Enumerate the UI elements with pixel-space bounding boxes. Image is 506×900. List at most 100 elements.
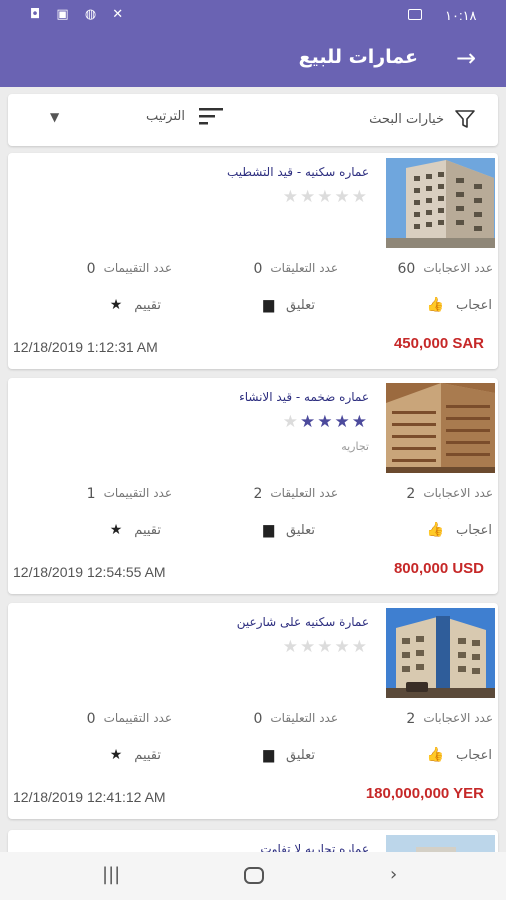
like-button[interactable]: اعجاب 👍 xyxy=(427,747,492,763)
actions-row: اعجاب 👍 تعليق ▆ تقييم ★ xyxy=(8,297,498,321)
ratings-count: 0 xyxy=(86,711,96,727)
comments-count: 0 xyxy=(253,711,263,727)
star-icon: ★ xyxy=(351,412,369,432)
property-name[interactable]: عماره ضخمه - قيد الانشاء xyxy=(239,390,369,404)
home-button[interactable] xyxy=(244,867,264,884)
comments-label: عدد التعليقات xyxy=(270,486,338,500)
property-card[interactable]: عماره ضخمه - قيد الانشاء ★★★★★ تجاريه عد… xyxy=(8,378,498,594)
comment-label: تعليق xyxy=(286,522,315,538)
comment-icon: ▆ xyxy=(263,522,275,538)
star-icon: ★ xyxy=(334,637,352,657)
comments-label: عدد التعليقات xyxy=(270,261,338,275)
post-date: 12/18/2019 1:12:31 AM xyxy=(13,339,158,355)
ratings-stat: عدد التقييمات 0 xyxy=(87,711,172,727)
like-label: اعجاب xyxy=(456,297,492,313)
comment-label: تعليق xyxy=(286,297,315,313)
ratings-count: 1 xyxy=(86,486,96,502)
rating-stars: ★★★★★ xyxy=(283,637,369,657)
likes-stat: عدد الاعجابات 2 xyxy=(406,486,493,502)
like-button[interactable]: اعجاب 👍 xyxy=(427,522,492,538)
ratings-stat: عدد التقييمات 1 xyxy=(87,486,172,502)
rate-button[interactable]: تقييم ★ xyxy=(110,297,161,313)
stats-row: عدد الاعجابات 2 عدد التعليقات 0 عدد التقيي… xyxy=(8,711,498,733)
building-image xyxy=(386,608,495,698)
comments-count: 2 xyxy=(253,486,263,502)
rating-stars: ★★★★★ xyxy=(283,412,369,432)
status-icons: ◘ ▣ ◍ ✕ xyxy=(30,7,130,22)
comment-label: تعليق xyxy=(286,747,315,763)
comments-label: عدد التعليقات xyxy=(270,711,338,725)
comments-count: 0 xyxy=(253,261,263,277)
comment-button[interactable]: تعليق ▆ xyxy=(263,747,315,763)
rate-label: تقييم xyxy=(134,522,161,538)
like-label: اعجاب xyxy=(456,522,492,538)
sort-label: الترتيب xyxy=(146,108,185,124)
search-options-button[interactable]: خيارات البحث xyxy=(369,108,476,130)
ratings-label: عدد التقييمات xyxy=(103,261,172,275)
system-nav-bar: ||| › xyxy=(0,852,506,900)
stats-row: عدد الاعجابات 60 عدد التعليقات 0 عدد التقي… xyxy=(8,261,498,283)
star-icon: ★ xyxy=(300,187,318,207)
filter-icon xyxy=(455,110,475,128)
likes-stat: عدد الاعجابات 60 xyxy=(398,261,493,277)
property-card[interactable]: عماره سكنيه - قيد التشطيب ★★★★★ عدد الاع… xyxy=(8,153,498,369)
likes-count: 60 xyxy=(397,261,416,277)
arrow-right-icon[interactable]: → xyxy=(456,44,476,72)
ratings-count: 0 xyxy=(86,261,96,277)
likes-label: عدد الاعجابات xyxy=(423,261,493,275)
rate-button[interactable]: تقييم ★ xyxy=(110,522,161,538)
status-time: ١٠:١٨ xyxy=(445,8,477,23)
actions-row: اعجاب 👍 تعليق ▆ تقييم ★ xyxy=(8,747,498,771)
like-button[interactable]: اعجاب 👍 xyxy=(427,297,492,313)
price: 800,000 USD xyxy=(393,560,484,577)
property-name[interactable]: عماره سكنيه - قيد التشطيب xyxy=(227,165,369,179)
ratings-stat: عدد التقييمات 0 xyxy=(87,261,172,277)
rate-label: تقييم xyxy=(134,297,161,313)
likes-count: 2 xyxy=(406,486,416,502)
star-icon: ★ xyxy=(334,412,352,432)
building-image xyxy=(386,383,495,473)
property-card[interactable]: عمارة سكنيه على شارعين ★★★★★ عدد الاعجاب… xyxy=(8,603,498,819)
rate-label: تقييم xyxy=(134,747,161,763)
ratings-label: عدد التقييمات xyxy=(103,711,172,725)
price: 180,000,000 YER xyxy=(365,785,484,802)
status-bar: ◘ ▣ ◍ ✕ ١٠:١٨ xyxy=(0,0,506,32)
rate-button[interactable]: تقييم ★ xyxy=(110,747,161,763)
app-bar: → عمارات للبيع xyxy=(0,32,506,87)
dropdown-arrow-icon[interactable]: ▼ xyxy=(50,110,59,124)
post-date: 12/18/2019 12:41:12 AM xyxy=(13,789,166,805)
likes-count: 2 xyxy=(406,711,416,727)
star-icon: ★ xyxy=(109,297,123,313)
star-icon: ★ xyxy=(109,747,123,763)
comments-stat: عدد التعليقات 0 xyxy=(253,711,338,727)
star-icon: ★ xyxy=(351,637,369,657)
star-icon: ★ xyxy=(317,637,335,657)
star-icon: ★ xyxy=(317,412,335,432)
star-icon: ★ xyxy=(282,412,300,432)
comment-icon: ▆ xyxy=(263,297,275,313)
recent-apps-button[interactable]: ||| xyxy=(102,864,120,885)
thumbs-up-icon: 👍 xyxy=(426,747,445,763)
star-icon: ★ xyxy=(282,187,300,207)
price: 450,000 SAR xyxy=(393,335,484,352)
property-name[interactable]: عمارة سكنيه على شارعين xyxy=(237,615,369,629)
star-icon: ★ xyxy=(109,522,123,538)
likes-label: عدد الاعجابات xyxy=(423,711,493,725)
ratings-label: عدد التقييمات xyxy=(103,486,172,500)
building-image xyxy=(386,158,495,248)
comment-button[interactable]: تعليق ▆ xyxy=(263,297,315,313)
sort-button[interactable]: الترتيب xyxy=(146,106,225,126)
thumbs-up-icon: 👍 xyxy=(426,522,445,538)
page-title: عمارات للبيع xyxy=(298,46,418,68)
rating-stars: ★★★★★ xyxy=(283,187,369,207)
star-icon: ★ xyxy=(300,637,318,657)
stats-row: عدد الاعجابات 2 عدد التعليقات 2 عدد التقيي… xyxy=(8,486,498,508)
likes-label: عدد الاعجابات xyxy=(423,486,493,500)
comment-button[interactable]: تعليق ▆ xyxy=(263,522,315,538)
back-button[interactable]: › xyxy=(390,864,397,885)
gallery-icon xyxy=(408,9,422,20)
thumbs-up-icon: 👍 xyxy=(426,297,445,313)
star-icon: ★ xyxy=(300,412,318,432)
star-icon: ★ xyxy=(317,187,335,207)
star-icon: ★ xyxy=(282,637,300,657)
